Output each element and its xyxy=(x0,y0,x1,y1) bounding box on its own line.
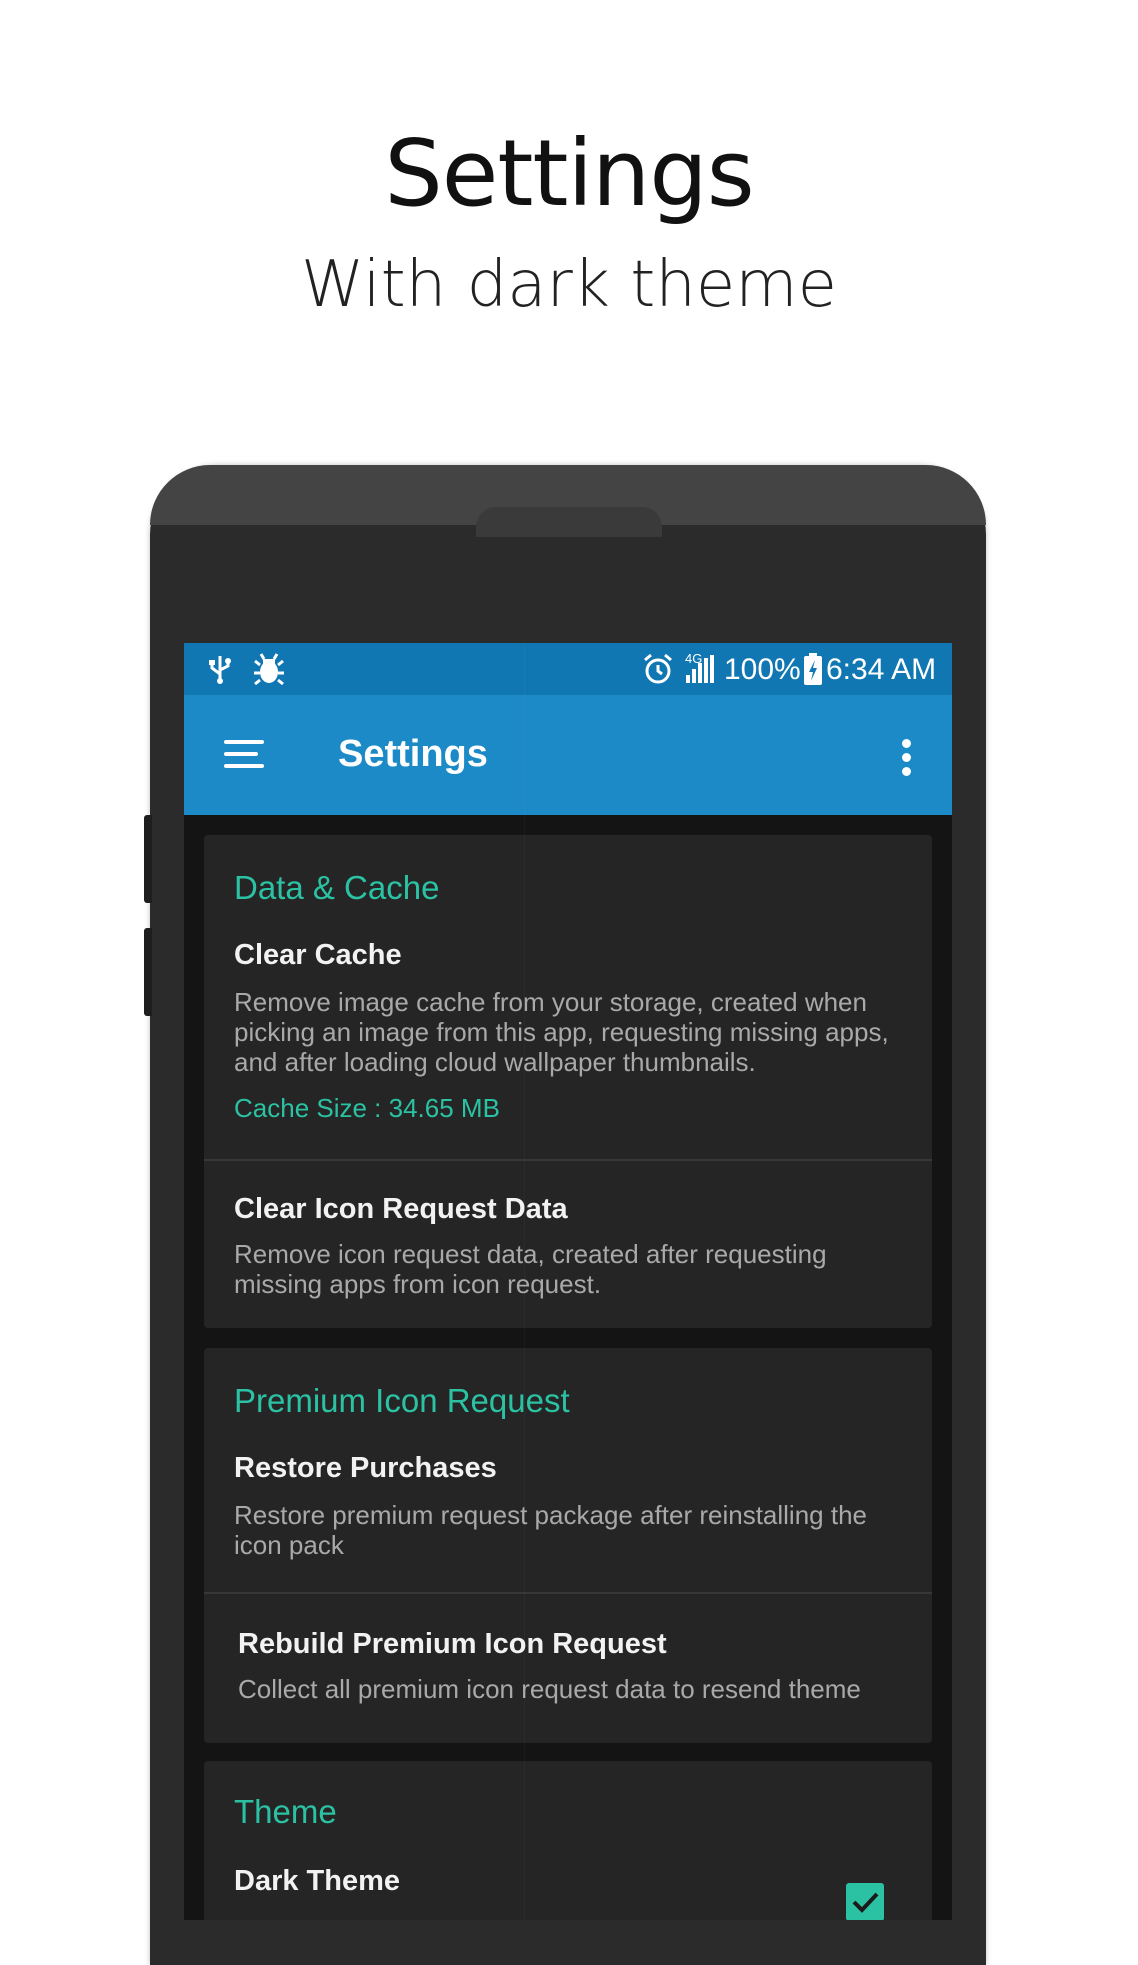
app-screen: 4G 100% 6:34 AM Settings Data & Cache Cl… xyxy=(184,643,952,1920)
battery-charging-icon xyxy=(804,653,822,685)
restore-purchases-description: Restore premium request package after re… xyxy=(234,1500,867,1560)
signal-icon xyxy=(686,655,714,683)
cache-size-label: Cache Size : 34.65 MB xyxy=(234,1093,500,1123)
section-title-data-cache: Data & Cache xyxy=(234,869,440,906)
section-title-theme: Theme xyxy=(234,1793,337,1830)
volume-up-button xyxy=(144,815,152,903)
more-vert-icon[interactable] xyxy=(896,735,916,779)
volume-down-button xyxy=(144,928,152,1016)
screen-glare xyxy=(524,643,525,1920)
clear-cache-description: Remove image cache from your storage, cr… xyxy=(234,987,889,1077)
status-time: 6:34 AM xyxy=(826,653,937,686)
theme-card: Theme Dark Theme xyxy=(204,1761,932,1920)
rebuild-premium-title: Rebuild Premium Icon Request xyxy=(238,1628,667,1660)
clear-cache-item[interactable]: Clear Cache Remove image cache from your… xyxy=(204,925,932,1157)
clear-icon-request-title: Clear Icon Request Data xyxy=(234,1193,568,1225)
app-toolbar: Settings xyxy=(184,695,952,815)
clear-cache-title: Clear Cache xyxy=(234,939,402,971)
clear-icon-request-description: Remove icon request data, created after … xyxy=(234,1239,827,1299)
restore-purchases-item[interactable]: Restore Purchases Restore premium reques… xyxy=(204,1438,932,1590)
data-cache-card: Data & Cache Clear Cache Remove image ca… xyxy=(204,835,932,1328)
section-title-premium: Premium Icon Request xyxy=(234,1382,570,1419)
status-bar: 4G 100% 6:34 AM xyxy=(184,643,952,695)
dark-theme-item[interactable]: Dark Theme xyxy=(204,1849,932,1920)
clear-icon-request-item[interactable]: Clear Icon Request Data Remove icon requ… xyxy=(204,1161,932,1328)
rebuild-premium-item[interactable]: Rebuild Premium Icon Request Collect all… xyxy=(204,1594,932,1743)
debug-bug-icon xyxy=(254,653,284,685)
hero-subtitle: With dark theme xyxy=(301,248,837,322)
checkmark-icon xyxy=(852,1892,879,1913)
hamburger-menu-icon[interactable] xyxy=(224,740,266,770)
restore-purchases-title: Restore Purchases xyxy=(234,1452,497,1484)
dark-theme-title: Dark Theme xyxy=(234,1865,401,1897)
premium-request-card: Premium Icon Request Restore Purchases R… xyxy=(204,1348,932,1743)
rebuild-premium-description: Collect all premium icon request data to… xyxy=(238,1674,861,1704)
toolbar-title: Settings xyxy=(338,733,488,775)
hero-title: Settings xyxy=(384,120,754,227)
dark-theme-checkbox[interactable] xyxy=(846,1883,884,1920)
phone-speaker xyxy=(476,507,662,537)
alarm-icon xyxy=(644,653,672,684)
battery-percent: 100% xyxy=(724,653,801,686)
usb-icon xyxy=(209,656,231,684)
